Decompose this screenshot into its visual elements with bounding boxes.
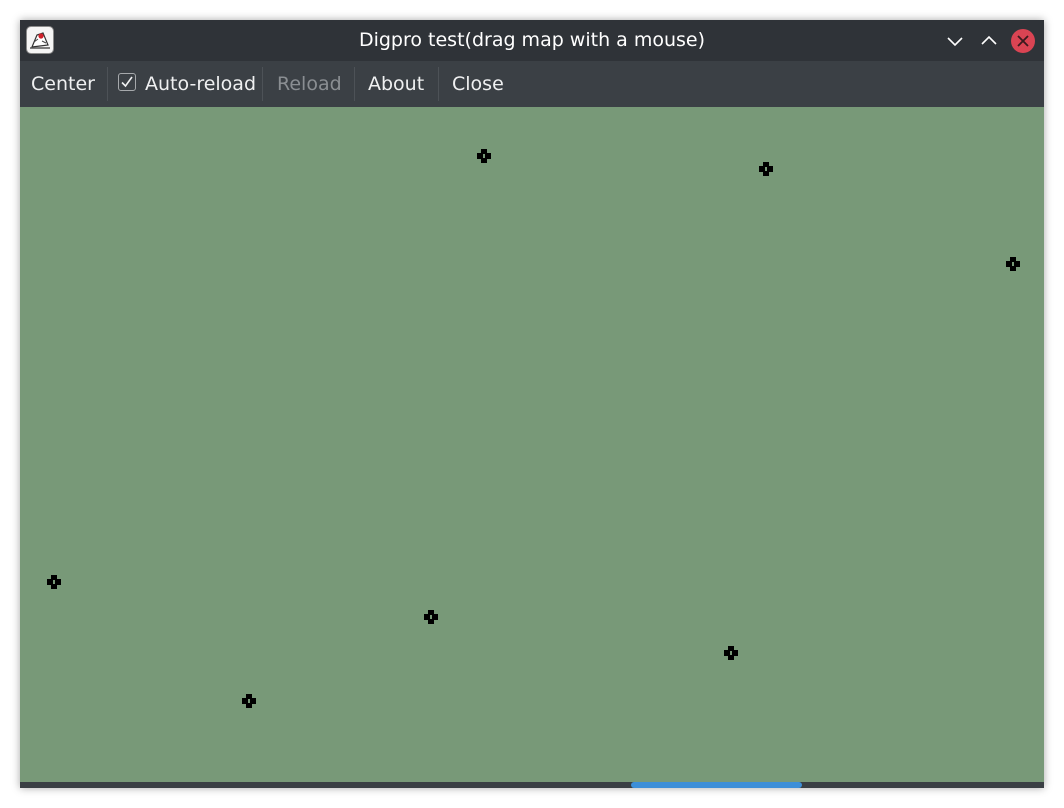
cross-marker-icon — [47, 575, 61, 589]
cross-marker-icon — [1006, 257, 1020, 271]
cross-marker-icon — [424, 610, 438, 624]
chevron-down-icon — [947, 37, 963, 47]
java-duke-icon[interactable] — [26, 26, 54, 54]
close-icon — [1017, 35, 1029, 47]
minimize-button[interactable] — [942, 28, 968, 54]
toolbar-separator — [107, 67, 108, 101]
auto-reload-label[interactable]: Auto-reload — [145, 61, 256, 107]
window-bottom-edge — [20, 782, 1044, 788]
window-title: Digpro test(drag map with a mouse) — [358, 29, 706, 51]
checkmark-icon — [121, 76, 133, 88]
close-circle — [1011, 29, 1035, 53]
cross-marker-icon — [759, 162, 773, 176]
toolbar-separator — [262, 67, 263, 101]
map-view[interactable] — [20, 107, 1044, 782]
close-button[interactable]: Close — [452, 61, 504, 107]
toolbar-separator — [438, 67, 439, 101]
title-bar[interactable]: Digpro test(drag map with a mouse) — [20, 20, 1044, 61]
maximize-button[interactable] — [976, 28, 1002, 54]
app-window: Digpro test(drag map with a mouse) Cente… — [20, 20, 1044, 788]
about-button[interactable]: About — [368, 61, 424, 107]
cross-marker-icon — [724, 646, 738, 660]
auto-reload-checkbox[interactable] — [118, 73, 136, 91]
resize-handle[interactable] — [631, 782, 802, 788]
chevron-up-icon — [981, 35, 997, 45]
center-button[interactable]: Center — [31, 61, 95, 107]
cross-marker-icon — [477, 149, 491, 163]
close-window-button[interactable] — [1010, 28, 1036, 54]
toolbar: Center Auto-reload Reload About Close — [20, 61, 1044, 107]
reload-button: Reload — [277, 73, 342, 95]
toolbar-separator — [354, 67, 355, 101]
cross-marker-icon — [242, 694, 256, 708]
